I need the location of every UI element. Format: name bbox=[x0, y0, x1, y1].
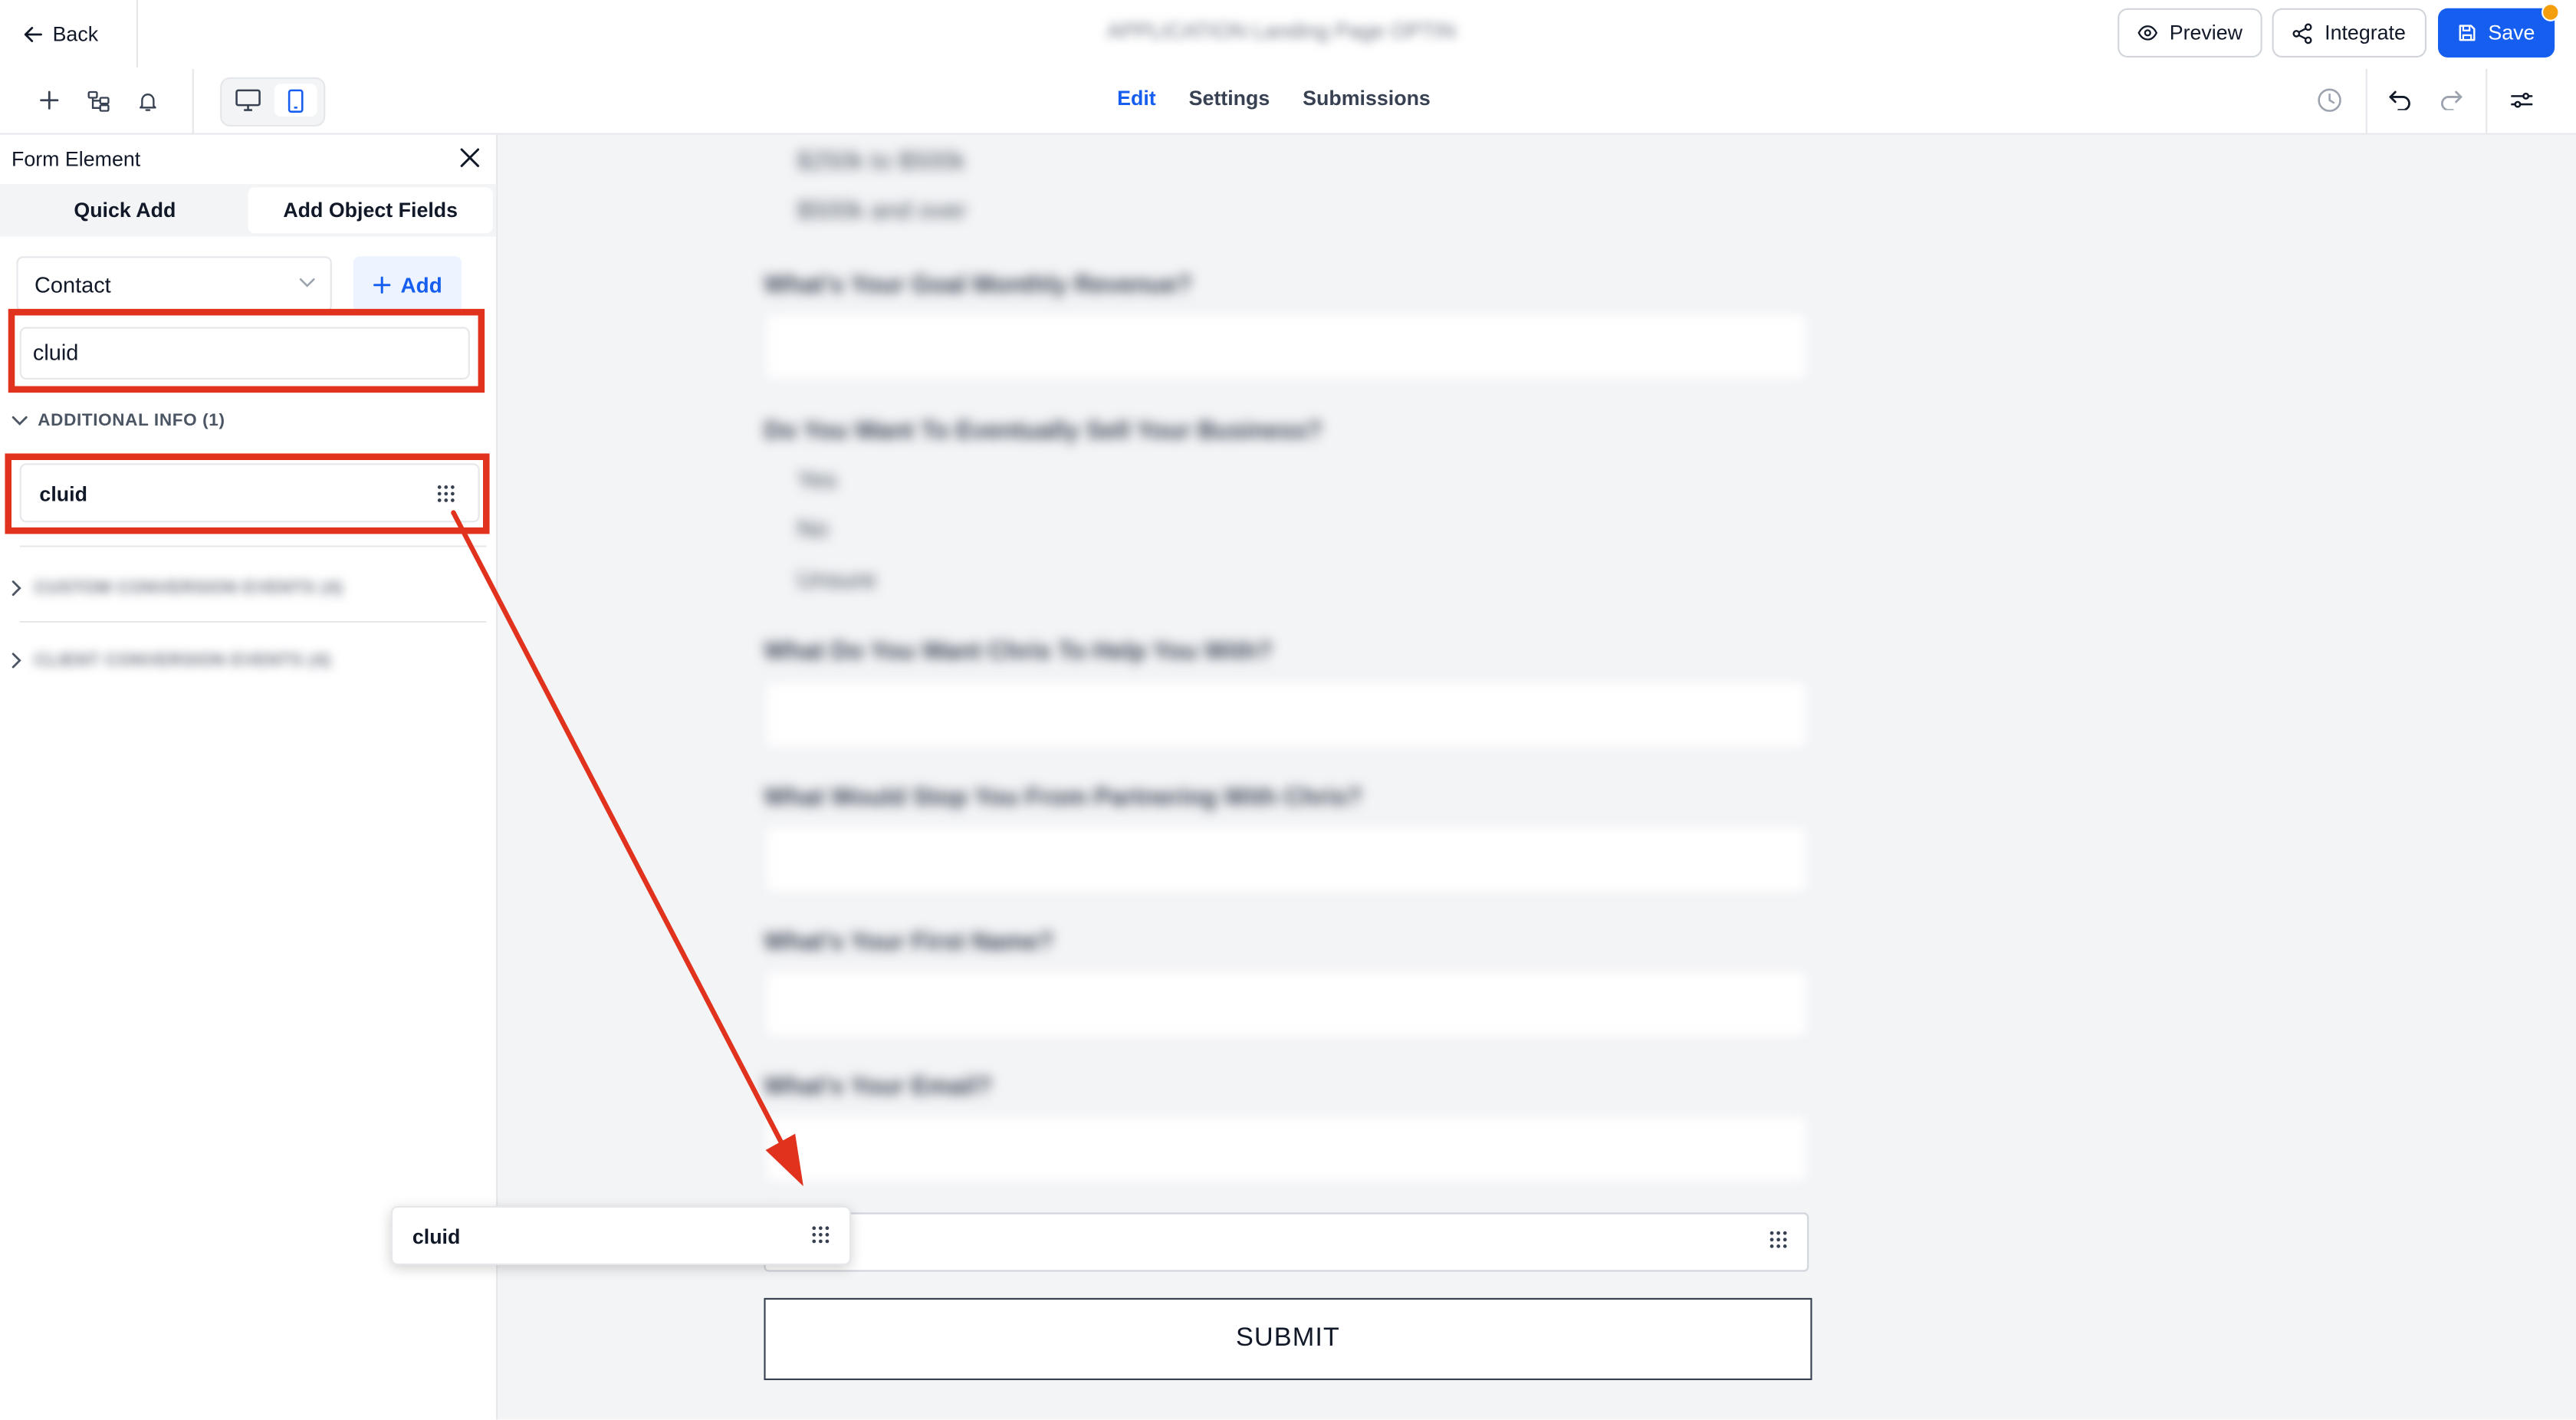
clock-icon bbox=[2318, 88, 2341, 112]
group-label: CLIENT CONVERSION EVENTS (4) bbox=[34, 650, 331, 671]
page-settings-button[interactable] bbox=[2505, 84, 2538, 117]
email-field[interactable] bbox=[764, 1113, 1809, 1183]
question-label: What's Your Goal Monthly Revenue? bbox=[764, 271, 1192, 299]
bell-icon bbox=[140, 93, 156, 110]
layers-button[interactable] bbox=[82, 84, 115, 117]
toolbar-divider-3 bbox=[2486, 69, 2488, 133]
dragging-field-label: cluid bbox=[412, 1225, 461, 1249]
integrate-label: Integrate bbox=[2325, 21, 2406, 44]
drag-handle-icon[interactable] bbox=[812, 1226, 830, 1244]
group-header-collapsed[interactable]: CLIENT CONVERSION EVENTS (4) bbox=[12, 650, 331, 671]
save-label: Save bbox=[2488, 21, 2535, 44]
notifications-button[interactable] bbox=[131, 84, 164, 117]
editor-tabs: Edit Settings Submissions bbox=[1117, 87, 1431, 110]
field-highlight-annotation bbox=[5, 453, 490, 534]
panel-title: Form Element bbox=[12, 147, 141, 171]
desktop-icon bbox=[235, 89, 261, 111]
plus-icon bbox=[40, 90, 59, 110]
undo-button[interactable] bbox=[2384, 84, 2417, 117]
integrate-button[interactable]: Integrate bbox=[2272, 8, 2426, 58]
text-field[interactable] bbox=[764, 312, 1809, 382]
sitemap-icon bbox=[87, 90, 110, 111]
drag-handle-icon[interactable] bbox=[1769, 1231, 1788, 1249]
text-field[interactable] bbox=[764, 824, 1809, 894]
unsaved-indicator-badge bbox=[2542, 3, 2560, 21]
question-label: What Do You Want Chris To Help You With? bbox=[764, 637, 1273, 666]
search-highlight-annotation bbox=[8, 308, 485, 393]
back-label: Back bbox=[52, 21, 99, 45]
arrow-left-icon bbox=[24, 25, 42, 41]
plus-icon bbox=[373, 275, 391, 293]
tab-quick-add[interactable]: Quick Add bbox=[0, 184, 250, 237]
dragging-field-card[interactable]: cluid bbox=[390, 1205, 851, 1265]
chevron-down-icon bbox=[299, 278, 315, 288]
question-label: What's Your Email? bbox=[764, 1073, 993, 1101]
chevron-down-icon bbox=[12, 416, 28, 426]
chevron-right-icon bbox=[12, 652, 21, 669]
redo-icon bbox=[2440, 90, 2463, 110]
panel-tabs: Quick Add Add Object Fields bbox=[0, 184, 497, 237]
tab-settings[interactable]: Settings bbox=[1189, 87, 1270, 110]
tab-add-object-fields[interactable]: Add Object Fields bbox=[248, 187, 493, 234]
save-button[interactable]: Save bbox=[2438, 3, 2560, 58]
object-select[interactable]: Contact bbox=[16, 256, 332, 313]
divider bbox=[19, 621, 487, 623]
chevron-right-icon bbox=[12, 580, 21, 597]
add-field-button[interactable]: Add bbox=[353, 256, 462, 313]
group-label: ADDITIONAL INFO (1) bbox=[38, 410, 225, 431]
question-label: Do You Want To Eventually Sell Your Busi… bbox=[764, 417, 1322, 445]
group-header-additional-info[interactable]: ADDITIONAL INFO (1) bbox=[12, 410, 225, 431]
submit-button[interactable]: SUBMIT bbox=[764, 1297, 1812, 1380]
save-icon bbox=[2459, 25, 2476, 41]
drop-placeholder[interactable]: cluid bbox=[764, 1212, 1809, 1272]
page-title[interactable]: APPLICATION Landing Page OPTIN bbox=[1068, 13, 1495, 49]
text-field[interactable] bbox=[764, 680, 1809, 750]
back-button[interactable]: Back bbox=[0, 0, 138, 67]
divider bbox=[19, 545, 487, 547]
close-panel-button[interactable] bbox=[458, 146, 481, 178]
desktop-view-button[interactable] bbox=[227, 84, 270, 117]
toolbar-divider bbox=[192, 69, 194, 133]
add-field-label: Add bbox=[400, 271, 442, 297]
group-label: CUSTOM CONVERSION EVENTS (4) bbox=[34, 578, 343, 598]
history-button[interactable] bbox=[2313, 84, 2346, 117]
option-label[interactable]: No bbox=[797, 516, 828, 544]
eye-icon bbox=[2137, 25, 2158, 41]
question-label: What's Your First Name? bbox=[764, 928, 1054, 957]
mobile-view-button[interactable] bbox=[274, 84, 317, 117]
question-label: What Would Stop You From Partnering With… bbox=[764, 784, 1362, 812]
option-label[interactable]: Yes bbox=[797, 467, 836, 495]
tab-edit[interactable]: Edit bbox=[1117, 87, 1156, 110]
share-icon bbox=[2292, 22, 2312, 44]
toolbar-divider-2 bbox=[2365, 69, 2367, 133]
object-select-value: Contact bbox=[34, 271, 111, 297]
sliders-icon bbox=[2511, 92, 2533, 108]
option-label[interactable]: Unsure bbox=[797, 567, 876, 594]
preview-label: Preview bbox=[2169, 21, 2242, 44]
close-icon bbox=[460, 148, 480, 167]
tab-submissions[interactable]: Submissions bbox=[1303, 87, 1431, 110]
editor-toolbar: Edit Settings Submissions bbox=[0, 69, 2576, 135]
text-field[interactable] bbox=[764, 969, 1809, 1039]
preview-button[interactable]: Preview bbox=[2118, 8, 2262, 58]
top-bar: Back APPLICATION Landing Page OPTIN Prev… bbox=[0, 0, 2576, 71]
device-toggle bbox=[220, 77, 326, 127]
undo-icon bbox=[2389, 90, 2410, 110]
add-element-button[interactable] bbox=[33, 84, 66, 117]
option-label: $500k and over bbox=[797, 197, 967, 225]
group-header-collapsed[interactable]: CUSTOM CONVERSION EVENTS (4) bbox=[12, 578, 343, 598]
redo-button[interactable] bbox=[2435, 84, 2468, 117]
option-label: $250k to $500k bbox=[797, 147, 966, 176]
mobile-icon bbox=[288, 88, 304, 112]
